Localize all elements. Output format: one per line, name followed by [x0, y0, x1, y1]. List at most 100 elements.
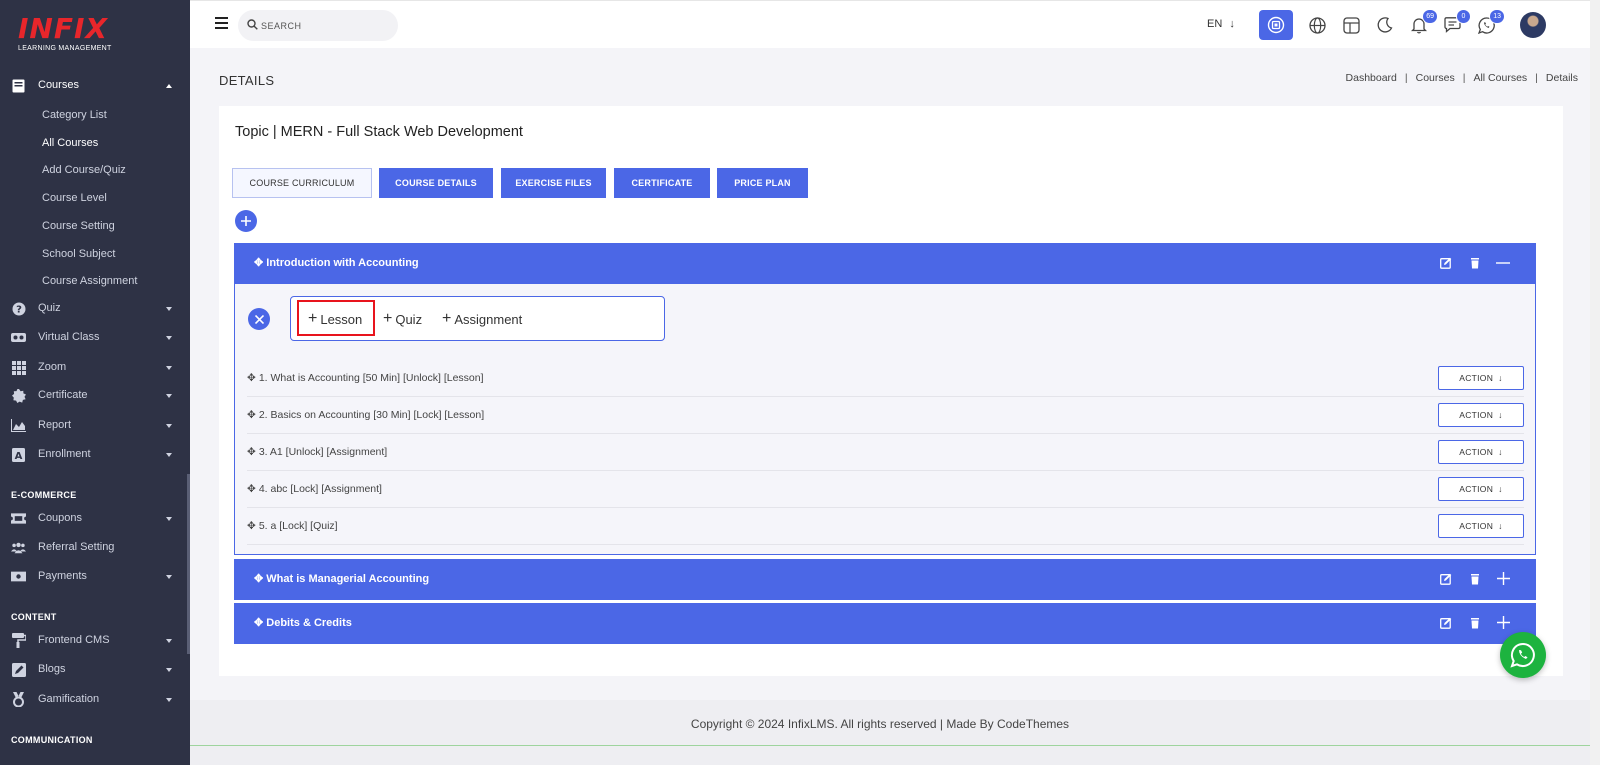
- sidebar-item-blogs[interactable]: Blogs: [0, 657, 190, 683]
- avatar[interactable]: [1520, 12, 1546, 38]
- sidebar-item-label: Report: [38, 419, 72, 431]
- sidebar-item-label: Virtual Class: [38, 331, 100, 343]
- sidebar-item-label: Enrollment: [38, 448, 91, 460]
- layout-button[interactable]: [1341, 15, 1361, 35]
- section-title-text: What is Managerial Accounting: [266, 573, 430, 585]
- move-icon[interactable]: ✥: [247, 372, 256, 384]
- sidebar-item-enrollment[interactable]: A Enrollment: [0, 442, 190, 468]
- chevron-down-icon: [166, 336, 172, 340]
- sidebar-subitem-category-list[interactable]: Category List: [42, 109, 107, 121]
- add-assignment-option[interactable]: + Assignment: [442, 310, 522, 328]
- add-quiz-option[interactable]: + Quiz: [383, 310, 422, 328]
- menu-toggle-icon[interactable]: [215, 17, 228, 29]
- sidebar-item-gamification[interactable]: Gamification: [0, 687, 190, 713]
- sidebar-subitem-add-course-quiz[interactable]: Add Course/Quiz: [42, 164, 126, 176]
- collapse-icon[interactable]: [1496, 257, 1510, 269]
- edit-icon[interactable]: [1440, 573, 1452, 585]
- whatsapp-notifications-button[interactable]: 13: [1476, 9, 1505, 35]
- book-icon: [11, 78, 26, 93]
- sidebar-item-courses[interactable]: Courses: [0, 73, 190, 99]
- tab-price-plan[interactable]: PRICE PLAN: [717, 168, 808, 198]
- action-label: ACTION: [1459, 410, 1494, 420]
- move-icon: ✥: [254, 573, 267, 585]
- sidebar-item-label: Zoom: [38, 361, 67, 373]
- tab-certificate[interactable]: CERTIFICATE: [614, 168, 710, 198]
- language-label: EN: [1207, 18, 1223, 30]
- messages-button[interactable]: 0: [1442, 9, 1471, 35]
- layout-icon: [1342, 16, 1360, 34]
- section-header-introduction[interactable]: ✥ Introduction with Accounting: [234, 243, 1536, 284]
- move-icon[interactable]: ✥: [247, 446, 256, 458]
- sidebar-item-label: Blogs: [38, 663, 66, 675]
- logo[interactable]: INFIX LEARNING MANAGEMENT: [18, 14, 118, 58]
- action-button[interactable]: ACTION ↓: [1438, 477, 1524, 501]
- chevron-down-icon: [166, 575, 172, 579]
- action-button[interactable]: ACTION ↓: [1438, 366, 1524, 390]
- chevron-down-icon: [166, 453, 172, 457]
- sidebar-item-quiz[interactable]: ? Quiz: [0, 296, 190, 322]
- trash-icon[interactable]: [1469, 617, 1481, 629]
- lesson-row[interactable]: ✥ 3. A1 [Unlock] [Assignment] ACTION ↓: [247, 434, 1524, 471]
- language-selector[interactable]: EN ↓: [1207, 18, 1235, 30]
- sidebar-item-virtual-class[interactable]: Virtual Class: [0, 325, 190, 351]
- sidebar-item-report[interactable]: Report: [0, 413, 190, 439]
- tab-course-curriculum[interactable]: COURSE CURRICULUM: [232, 168, 372, 198]
- search-box[interactable]: [238, 10, 398, 41]
- expand-icon[interactable]: [1497, 572, 1510, 585]
- breadcrumb-courses[interactable]: Courses: [1416, 72, 1455, 84]
- notifications-button[interactable]: 69: [1409, 9, 1438, 35]
- breadcrumb-all-courses[interactable]: All Courses: [1473, 72, 1527, 84]
- sidebar-item-frontend-cms[interactable]: Frontend CMS: [0, 628, 190, 654]
- move-icon[interactable]: ✥: [247, 520, 256, 532]
- whatsapp-chat-button[interactable]: [1500, 632, 1546, 678]
- add-section-button[interactable]: [235, 210, 257, 232]
- trash-icon[interactable]: [1469, 257, 1481, 269]
- section-header-managerial-accounting[interactable]: ✥ What is Managerial Accounting: [234, 559, 1536, 600]
- breadcrumb-dashboard[interactable]: Dashboard: [1346, 72, 1397, 84]
- section-header-debits-credits[interactable]: ✥ Debits & Credits: [234, 603, 1536, 644]
- page-scrollbar[interactable]: [1590, 0, 1600, 765]
- sidebar-subitem-course-setting[interactable]: Course Setting: [42, 220, 115, 232]
- search-input[interactable]: [261, 18, 386, 33]
- lesson-row[interactable]: ✥ 1. What is Accounting [50 Min] [Unlock]…: [247, 360, 1524, 397]
- medal-icon: [11, 692, 26, 707]
- sidebar-item-zoom[interactable]: Zoom: [0, 355, 190, 381]
- sidebar-item-referral-setting[interactable]: Referral Setting: [0, 535, 190, 561]
- lesson-row[interactable]: ✥ 5. a [Lock] [Quiz] ACTION ↓: [247, 508, 1524, 545]
- lesson-row[interactable]: ✥ 2. Basics on Accounting [30 Min] [Lock]…: [247, 397, 1524, 434]
- action-button[interactable]: ACTION ↓: [1438, 440, 1524, 464]
- tab-course-details[interactable]: COURSE DETAILS: [379, 168, 493, 198]
- trash-icon[interactable]: [1469, 573, 1481, 585]
- sidebar-item-label: Payments: [38, 570, 87, 582]
- sidebar-item-certificate[interactable]: Certificate: [0, 383, 190, 409]
- dark-mode-toggle[interactable]: [1375, 15, 1395, 35]
- move-icon[interactable]: ✥: [247, 409, 256, 421]
- globe-button[interactable]: [1307, 15, 1327, 35]
- expand-icon[interactable]: [1497, 616, 1510, 629]
- chip-settings-button[interactable]: [1259, 10, 1293, 40]
- move-icon[interactable]: ✥: [247, 483, 256, 495]
- sidebar-item-coupons[interactable]: Coupons: [0, 506, 190, 532]
- action-button[interactable]: ACTION ↓: [1438, 514, 1524, 538]
- edit-icon[interactable]: [1440, 617, 1452, 629]
- lesson-label: 4. abc [Lock] [Assignment]: [258, 483, 382, 495]
- ticket-icon: [11, 511, 26, 526]
- edit-icon: [11, 662, 26, 677]
- plus-icon: [241, 216, 251, 226]
- sidebar-subitem-course-level[interactable]: Course Level: [42, 192, 107, 204]
- action-button[interactable]: ACTION ↓: [1438, 403, 1524, 427]
- tab-exercise-files[interactable]: EXERCISE FILES: [501, 168, 606, 198]
- sidebar-item-payments[interactable]: Payments: [0, 564, 190, 590]
- page-title: DETAILS: [219, 73, 275, 88]
- sidebar-section-content: CONTENT: [11, 612, 57, 622]
- sidebar-subitem-school-subject[interactable]: School Subject: [42, 248, 115, 260]
- sidebar-subitem-all-courses[interactable]: All Courses: [42, 137, 98, 149]
- footer-divider: [190, 745, 1590, 746]
- sidebar-subitem-course-assignment[interactable]: Course Assignment: [42, 275, 137, 287]
- plus-icon: +: [308, 310, 318, 327]
- lesson-row[interactable]: ✥ 4. abc [Lock] [Assignment] ACTION ↓: [247, 471, 1524, 508]
- edit-icon[interactable]: [1440, 257, 1452, 269]
- sidebar-scrollbar[interactable]: [187, 474, 190, 654]
- add-lesson-option[interactable]: + Lesson: [308, 310, 362, 328]
- close-add-menu-button[interactable]: [248, 308, 270, 330]
